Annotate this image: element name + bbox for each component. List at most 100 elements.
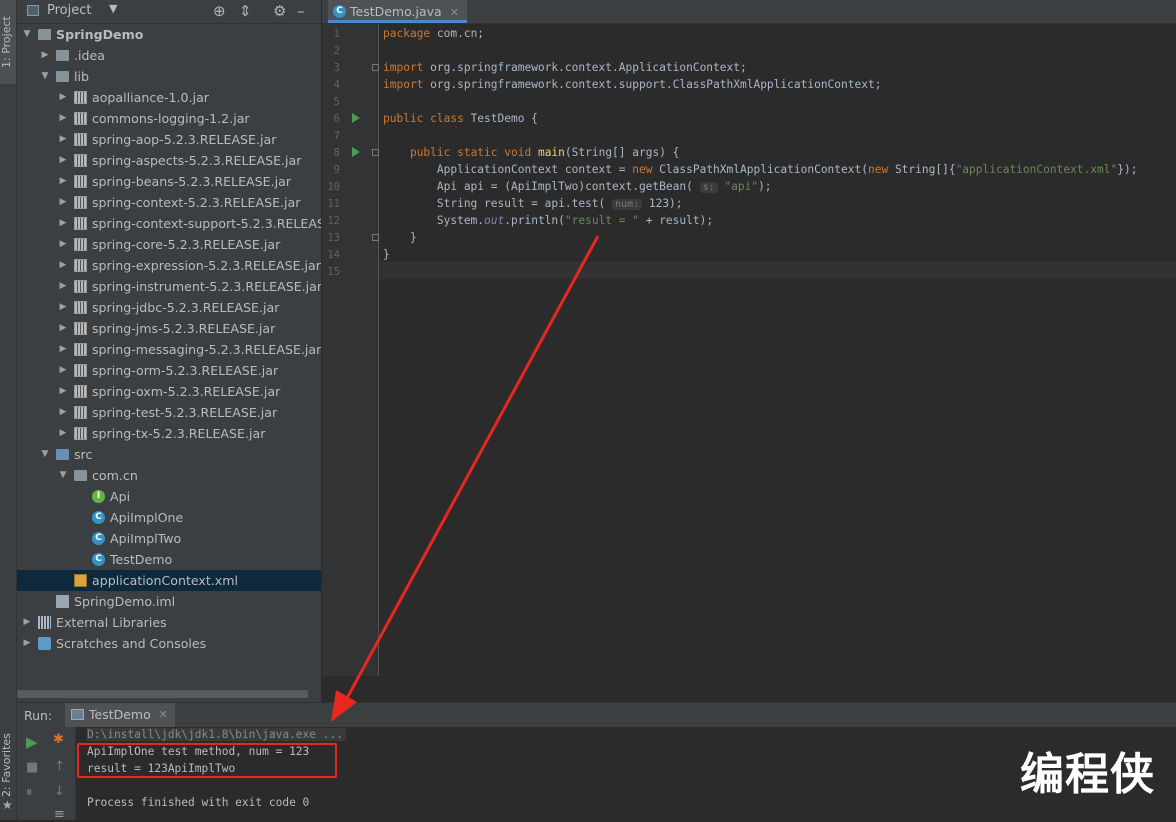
jar-icon: [74, 154, 87, 167]
tree-item[interactable]: ▶ spring-jdbc-5.2.3.RELEASE.jar: [17, 297, 321, 318]
project-view-title[interactable]: Project: [47, 3, 91, 18]
tree-item[interactable]: applicationContext.xml: [17, 570, 321, 591]
collapsed-arrow-icon[interactable]: ▶: [57, 276, 69, 297]
tree-item[interactable]: I Api: [17, 486, 321, 507]
fold-marker-icon[interactable]: [372, 149, 379, 156]
tree-item-label: .idea: [74, 48, 105, 63]
horizontal-scrollbar[interactable]: [17, 690, 308, 698]
run-tab-testdemo[interactable]: TestDemo ✕: [65, 703, 175, 727]
jar-icon: [74, 259, 87, 272]
locate-icon[interactable]: ⊕: [213, 2, 226, 20]
tree-item[interactable]: ▶ spring-context-support-5.2.3.RELEASE.ja: [17, 213, 321, 234]
expanded-arrow-icon[interactable]: ▼: [57, 465, 69, 486]
favorites-tool-tab[interactable]: 2: Favorites: [0, 730, 16, 800]
code-editor[interactable]: package com.cn; import org.springframewor…: [379, 24, 1176, 676]
collapsed-arrow-icon[interactable]: ▶: [57, 381, 69, 402]
collapsed-arrow-icon[interactable]: ▶: [57, 423, 69, 444]
tab-testdemo-java[interactable]: C TestDemo.java ✕: [328, 0, 467, 23]
collapsed-arrow-icon[interactable]: ▶: [21, 633, 33, 654]
collapsed-arrow-icon[interactable]: ▶: [57, 129, 69, 150]
expanded-arrow-icon[interactable]: ▼: [39, 444, 51, 465]
tree-item[interactable]: C TestDemo: [17, 549, 321, 570]
tree-item[interactable]: ▶ spring-jms-5.2.3.RELEASE.jar: [17, 318, 321, 339]
tree-item[interactable]: ▶ aopalliance-1.0.jar: [17, 87, 321, 108]
line-number: 9: [333, 164, 340, 176]
tree-item[interactable]: C ApiImplTwo: [17, 528, 321, 549]
run-gutter-icon[interactable]: [352, 113, 360, 123]
collapse-icon[interactable]: ⇕: [239, 2, 252, 20]
tree-item-label: spring-tx-5.2.3.RELEASE.jar: [92, 426, 266, 441]
fold-marker-icon[interactable]: [372, 234, 379, 241]
line-number: 13: [327, 232, 340, 244]
folder-icon: [56, 50, 69, 61]
star-icon: ★: [2, 798, 13, 812]
expanded-arrow-icon[interactable]: ▼: [39, 66, 51, 87]
tree-item[interactable]: ▼ lib: [17, 66, 321, 87]
collapsed-arrow-icon[interactable]: ▶: [57, 87, 69, 108]
tree-item[interactable]: ▶ spring-oxm-5.2.3.RELEASE.jar: [17, 381, 321, 402]
close-icon[interactable]: ✕: [450, 6, 459, 19]
tree-item[interactable]: SpringDemo.iml: [17, 591, 321, 612]
tree-item-label: com.cn: [92, 468, 138, 483]
line-number: 11: [327, 198, 340, 210]
jar-icon: [74, 196, 87, 209]
tree-item[interactable]: ▶ spring-context-5.2.3.RELEASE.jar: [17, 192, 321, 213]
hide-icon[interactable]: –: [297, 2, 305, 20]
jar-icon: [74, 112, 87, 125]
scratches-icon: [38, 637, 51, 650]
tree-item[interactable]: ▼ src: [17, 444, 321, 465]
tree-item[interactable]: ▶ spring-aop-5.2.3.RELEASE.jar: [17, 129, 321, 150]
tree-item[interactable]: ▶ spring-aspects-5.2.3.RELEASE.jar: [17, 150, 321, 171]
run-gutter-icon[interactable]: [352, 147, 360, 157]
line-number: 2: [333, 45, 340, 57]
tree-item[interactable]: ▶ spring-beans-5.2.3.RELEASE.jar: [17, 171, 321, 192]
tree-item[interactable]: C ApiImplOne: [17, 507, 321, 528]
source-folder-icon: [56, 449, 69, 460]
collapsed-arrow-icon[interactable]: ▶: [57, 297, 69, 318]
chevron-down-icon[interactable]: ▼: [109, 2, 117, 15]
jar-icon: [74, 238, 87, 251]
tree-item[interactable]: ▶ spring-orm-5.2.3.RELEASE.jar: [17, 360, 321, 381]
stop-icon[interactable]: ■: [26, 760, 38, 775]
tree-item[interactable]: ▶ spring-instrument-5.2.3.RELEASE.jar: [17, 276, 321, 297]
collapsed-arrow-icon[interactable]: ▶: [57, 108, 69, 129]
down-arrow-icon[interactable]: ↓: [54, 784, 65, 799]
collapsed-arrow-icon[interactable]: ▶: [57, 171, 69, 192]
tree-item[interactable]: ▶ spring-test-5.2.3.RELEASE.jar: [17, 402, 321, 423]
project-tool-tab[interactable]: 1: Project: [0, 0, 16, 84]
tree-item[interactable]: ▼ SpringDemo: [17, 24, 321, 45]
tree-item[interactable]: ▶ commons-logging-1.2.jar: [17, 108, 321, 129]
collapsed-arrow-icon[interactable]: ▶: [21, 612, 33, 633]
rerun-icon[interactable]: ▶: [26, 733, 38, 751]
collapsed-arrow-icon[interactable]: ▶: [57, 339, 69, 360]
collapsed-arrow-icon[interactable]: ▶: [57, 150, 69, 171]
tree-item[interactable]: ▶ External Libraries: [17, 612, 321, 633]
collapsed-arrow-icon[interactable]: ▶: [57, 234, 69, 255]
jar-icon: [74, 427, 87, 440]
collapsed-arrow-icon[interactable]: ▶: [57, 255, 69, 276]
tree-item[interactable]: ▶ spring-core-5.2.3.RELEASE.jar: [17, 234, 321, 255]
collapsed-arrow-icon[interactable]: ▶: [57, 192, 69, 213]
collapsed-arrow-icon[interactable]: ▶: [57, 360, 69, 381]
up-arrow-icon[interactable]: ↑: [54, 759, 65, 774]
gear-icon[interactable]: ⚙: [273, 2, 286, 20]
fold-marker-icon[interactable]: [372, 64, 379, 71]
code-line: System.out.println("result = " + result)…: [383, 214, 714, 227]
tree-item[interactable]: ▶ spring-messaging-5.2.3.RELEASE.jar: [17, 339, 321, 360]
tree-item[interactable]: ▼ com.cn: [17, 465, 321, 486]
collapsed-arrow-icon[interactable]: ▶: [57, 318, 69, 339]
collapsed-arrow-icon[interactable]: ▶: [57, 213, 69, 234]
run-config-icon: [71, 709, 84, 720]
tree-item[interactable]: ▶ spring-expression-5.2.3.RELEASE.jar: [17, 255, 321, 276]
debug-icon[interactable]: ✱: [53, 732, 64, 747]
close-icon[interactable]: ✕: [159, 703, 168, 727]
tree-item[interactable]: ▶ spring-tx-5.2.3.RELEASE.jar: [17, 423, 321, 444]
tree-item[interactable]: ▶ Scratches and Consoles: [17, 633, 321, 654]
project-view-icon: [27, 5, 39, 16]
pause-icon[interactable]: ⏸: [26, 785, 33, 800]
collapsed-arrow-icon[interactable]: ▶: [39, 45, 51, 66]
tree-item[interactable]: ▶ .idea: [17, 45, 321, 66]
expanded-arrow-icon[interactable]: ▼: [21, 24, 33, 45]
line-number: 14: [327, 249, 340, 261]
collapsed-arrow-icon[interactable]: ▶: [57, 402, 69, 423]
